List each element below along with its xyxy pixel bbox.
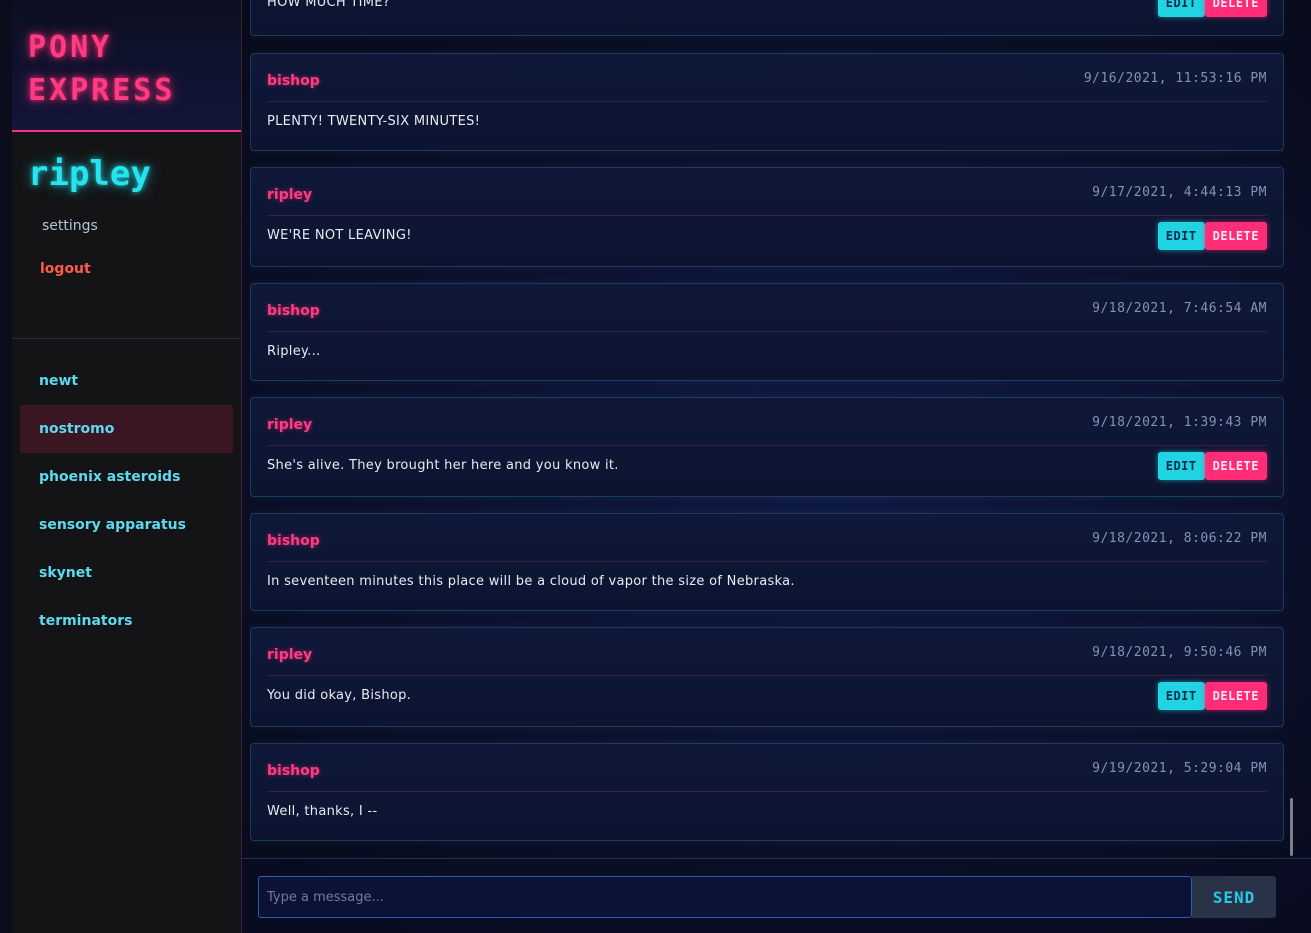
- message-composer: SEND: [242, 858, 1311, 933]
- message-body: You did okay, Bishop.: [267, 688, 412, 703]
- channel-item-nostromo[interactable]: nostromo: [20, 405, 233, 453]
- message-header: bishop 9/19/2021, 5:29:04 PM: [267, 744, 1267, 792]
- chat-area: HOW MUCH TIME? EDIT DELETE bishop 9/16/2…: [242, 0, 1311, 933]
- message-header: ripley 9/18/2021, 1:39:43 PM: [267, 398, 1267, 446]
- message-card: bishop 9/16/2021, 11:53:16 PM PLENTY! TW…: [250, 53, 1284, 151]
- message-body: HOW MUCH TIME?: [267, 0, 391, 10]
- channel-list: newt nostromo phoenix asteroids sensory …: [12, 339, 241, 645]
- message-header: bishop 9/18/2021, 8:06:22 PM: [267, 514, 1267, 562]
- channel-item-newt[interactable]: newt: [20, 357, 233, 405]
- message-timestamp: 9/18/2021, 1:39:43 PM: [1092, 415, 1267, 430]
- message-timestamp: 9/18/2021, 9:50:46 PM: [1092, 645, 1267, 660]
- message-timestamp: 9/18/2021, 8:06:22 PM: [1092, 531, 1267, 546]
- message-body: Well, thanks, I --: [267, 804, 378, 819]
- message-timestamp: 9/16/2021, 11:53:16 PM: [1083, 71, 1267, 86]
- delete-button[interactable]: DELETE: [1204, 222, 1267, 250]
- channel-item-skynet[interactable]: skynet: [20, 549, 233, 597]
- edit-button[interactable]: EDIT: [1157, 682, 1205, 710]
- edit-button[interactable]: EDIT: [1157, 452, 1205, 480]
- message-body: PLENTY! TWENTY-SIX MINUTES!: [267, 114, 481, 129]
- delete-button[interactable]: DELETE: [1204, 682, 1267, 710]
- message-body: WE'RE NOT LEAVING!: [267, 228, 412, 243]
- message-timestamp: 9/19/2021, 5:29:04 PM: [1092, 761, 1267, 776]
- send-button[interactable]: SEND: [1192, 876, 1276, 918]
- message-actions: EDIT DELETE: [1157, 0, 1267, 17]
- message-timestamp: 9/18/2021, 7:46:54 AM: [1092, 301, 1267, 316]
- message-card: bishop 9/19/2021, 5:29:04 PM Well, thank…: [250, 743, 1284, 841]
- message-body: She's alive. They brought her here and y…: [267, 458, 619, 473]
- message-card: bishop 9/18/2021, 8:06:22 PM In seventee…: [250, 513, 1284, 611]
- channel-item-phoenix-asteroids[interactable]: phoenix asteroids: [20, 453, 233, 501]
- current-username: ripley: [28, 154, 151, 194]
- settings-link[interactable]: settings: [40, 218, 241, 234]
- message-card: ripley 9/17/2021, 4:44:13 PM WE'RE NOT L…: [250, 167, 1284, 267]
- message-card: ripley 9/18/2021, 9:50:46 PM You did oka…: [250, 627, 1284, 727]
- message-author: ripley: [267, 417, 313, 433]
- message-card: bishop 9/18/2021, 7:46:54 AM Ripley...: [250, 283, 1284, 381]
- message-timestamp: 9/17/2021, 4:44:13 PM: [1092, 185, 1267, 200]
- message-author: bishop: [267, 763, 320, 779]
- message-author: bishop: [267, 303, 320, 319]
- message-input[interactable]: [258, 876, 1192, 918]
- message-author: ripley: [267, 187, 313, 203]
- user-links: settings logout: [12, 218, 241, 339]
- channel-item-terminators[interactable]: terminators: [20, 597, 233, 645]
- delete-button[interactable]: DELETE: [1204, 452, 1267, 480]
- logout-link[interactable]: logout: [40, 261, 241, 277]
- sidebar: PONY EXPRESS ripley settings logout newt…: [12, 0, 242, 933]
- message-author: bishop: [267, 73, 320, 89]
- message-header: ripley 9/18/2021, 9:50:46 PM: [267, 628, 1267, 676]
- message-card: ripley 9/18/2021, 1:39:43 PM She's alive…: [250, 397, 1284, 497]
- message-author: bishop: [267, 533, 320, 549]
- channel-item-sensory-apparatus[interactable]: sensory apparatus: [20, 501, 233, 549]
- message-header: bishop 9/16/2021, 11:53:16 PM: [267, 54, 1267, 102]
- message-author: ripley: [267, 647, 313, 663]
- message-body: Ripley...: [267, 344, 321, 359]
- message-scrollbar[interactable]: [1290, 798, 1293, 856]
- app-title: PONY EXPRESS: [28, 30, 176, 108]
- app-root: PONY EXPRESS ripley settings logout newt…: [0, 0, 1311, 933]
- message-actions: EDIT DELETE: [1157, 452, 1267, 480]
- message-header: bishop 9/18/2021, 7:46:54 AM: [267, 284, 1267, 332]
- message-actions: EDIT DELETE: [1157, 222, 1267, 250]
- message-list[interactable]: HOW MUCH TIME? EDIT DELETE bishop 9/16/2…: [250, 0, 1284, 858]
- delete-button[interactable]: DELETE: [1204, 0, 1267, 17]
- message-body: In seventeen minutes this place will be …: [267, 574, 795, 589]
- edit-button[interactable]: EDIT: [1157, 0, 1205, 17]
- message-actions: EDIT DELETE: [1157, 682, 1267, 710]
- brand-header: PONY EXPRESS: [12, 0, 241, 132]
- message-header: ripley 9/17/2021, 4:44:13 PM: [267, 168, 1267, 216]
- message-card: HOW MUCH TIME? EDIT DELETE: [250, 0, 1284, 36]
- edit-button[interactable]: EDIT: [1157, 222, 1205, 250]
